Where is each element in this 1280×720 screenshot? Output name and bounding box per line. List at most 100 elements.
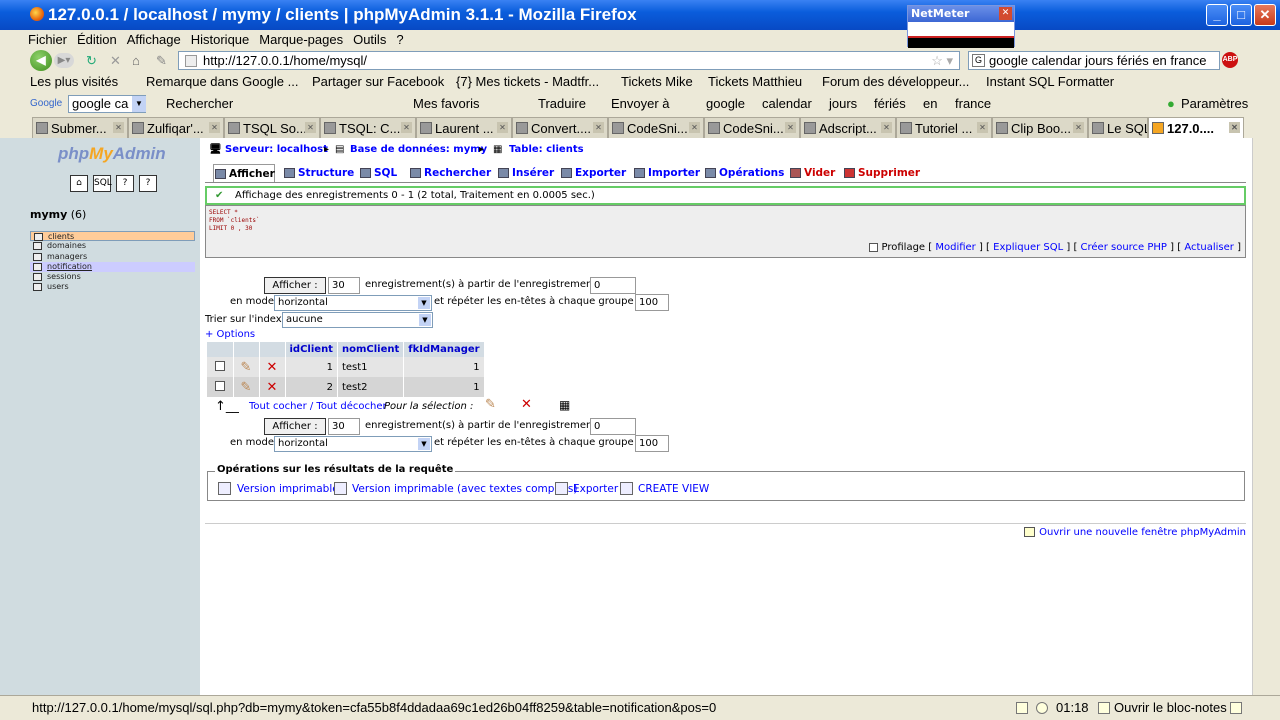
options-toggle[interactable]: + Options (205, 328, 255, 342)
browser-tab[interactable]: CodeSni... ✕ (704, 117, 800, 138)
google-term[interactable]: fériés (874, 93, 906, 115)
column-header[interactable]: fkIdManager (403, 342, 485, 357)
menu-edition[interactable]: Édition (77, 30, 117, 50)
table-icon[interactable] (33, 262, 42, 271)
menu-fichier[interactable]: Fichier (28, 30, 67, 50)
new-window-link[interactable]: Ouvrir une nouvelle fenêtre phpMyAdmin (1039, 527, 1246, 538)
status-addon-icon[interactable] (1036, 702, 1048, 714)
column-header[interactable]: idClient (285, 342, 338, 357)
pin-icon[interactable]: ✎ (156, 52, 167, 70)
browser-tab[interactable]: Laurent ... ✕ (416, 117, 512, 138)
bulk-delete-icon[interactable]: ✕ (521, 398, 532, 413)
phpmyadmin-logo[interactable]: phpMyAdmin (58, 144, 166, 164)
close-tab-icon[interactable]: ✕ (305, 122, 316, 133)
rows-input-bottom[interactable]: 30 (328, 418, 360, 435)
show-button[interactable]: Afficher : (264, 277, 326, 294)
tab-exporter[interactable]: Exporter (560, 164, 626, 182)
bookmark-item[interactable]: Instant SQL Formatter (986, 72, 1114, 92)
close-tab-icon[interactable]: ✕ (881, 122, 892, 133)
mode-select[interactable]: horizontal ▼ (274, 295, 432, 311)
browser-tab[interactable]: Tutoriel ... ✕ (896, 117, 992, 138)
export-link[interactable]: Exporter (573, 483, 618, 495)
close-tab-icon[interactable]: ✕ (209, 122, 220, 133)
google-send-to[interactable]: Envoyer à (611, 93, 670, 115)
google-term[interactable]: google (706, 93, 745, 115)
search-input[interactable]: G google calendar jours fériés en france (968, 51, 1220, 70)
bookmark-item[interactable]: Partager sur Facebook (312, 72, 444, 92)
tab-rechercher[interactable]: Rechercher (409, 164, 491, 182)
google-translate[interactable]: Traduire (538, 93, 586, 115)
status-addon-icon[interactable] (1230, 702, 1242, 714)
tab-afficher[interactable]: Afficher (213, 164, 275, 182)
status-addon-icon[interactable] (1016, 702, 1028, 714)
close-tab-icon[interactable]: ✕ (593, 122, 604, 133)
print-view-full-link[interactable]: Version imprimable (avec textes complets… (352, 483, 578, 495)
start-input[interactable]: 0 (590, 277, 636, 294)
stop-icon[interactable]: ✕ (110, 52, 121, 70)
table-icon[interactable] (34, 233, 43, 241)
breadcrumb-server[interactable]: Serveur: localhost (225, 144, 328, 156)
bookmark-item[interactable]: Tickets Mike (621, 72, 693, 92)
tab-inserer[interactable]: Insérer (497, 164, 554, 182)
google-term[interactable]: jours (829, 93, 857, 115)
docs-icon[interactable]: ? (116, 175, 134, 192)
url-bar[interactable]: http://127.0.0.1/home/mysql/ ☆ ▾ (178, 51, 960, 70)
google-term[interactable]: france (955, 93, 991, 115)
delete-icon[interactable]: ✕ (267, 380, 278, 395)
browser-tab[interactable]: Zulfiqar'... ✕ (128, 117, 224, 138)
google-term[interactable]: calendar (762, 93, 812, 115)
close-tab-icon[interactable]: ✕ (1073, 122, 1084, 133)
breadcrumb-database[interactable]: Base de données: mymy (350, 144, 487, 156)
tab-structure[interactable]: Structure (283, 164, 354, 182)
show-button-bottom[interactable]: Afficher : (264, 418, 326, 435)
notepad-link[interactable]: Ouvrir le bloc-notes (1114, 696, 1227, 720)
browser-tab[interactable]: Submer... ✕ (32, 117, 128, 138)
browser-tab[interactable]: Adscript... ✕ (800, 117, 896, 138)
repeat-input[interactable]: 100 (635, 294, 669, 311)
bookmark-item[interactable]: {7} Mes tickets - Madtfr... (456, 72, 599, 92)
create-php-link[interactable]: Créer source PHP (1081, 242, 1167, 253)
sql-query-icon[interactable]: SQL (93, 175, 112, 192)
menu-marque-pages[interactable]: Marque-pages (259, 30, 343, 50)
menu-outils[interactable]: Outils (353, 30, 386, 50)
column-header[interactable]: nomClient (337, 342, 405, 357)
browser-tab-active[interactable]: 127.0.... ✕ (1148, 117, 1244, 138)
browser-tab[interactable]: TSQL So... ✕ (224, 117, 320, 138)
explain-sql-link[interactable]: Expliquer SQL (993, 242, 1063, 253)
bookmark-item[interactable]: Forum des développeur... (822, 72, 969, 92)
modifier-link[interactable]: Modifier (935, 242, 975, 253)
forward-button[interactable]: ▶▾ (54, 53, 74, 68)
refresh-link[interactable]: Actualiser (1184, 242, 1234, 253)
close-tab-icon[interactable]: ✕ (401, 122, 412, 133)
google-search-button[interactable]: Rechercher (166, 93, 233, 115)
google-favorites[interactable]: Mes favoris (413, 93, 479, 115)
check-all-link[interactable]: Tout cocher / Tout décocher (249, 400, 387, 414)
tab-importer[interactable]: Importer (633, 164, 700, 182)
close-tab-icon[interactable]: ✕ (977, 122, 988, 133)
minimize-button[interactable]: _ (1206, 4, 1228, 26)
table-icon[interactable] (33, 242, 42, 251)
create-view-link[interactable]: CREATE VIEW (638, 483, 709, 495)
close-tab-icon[interactable]: ✕ (497, 122, 508, 133)
table-item-domaines[interactable]: domaines (30, 241, 195, 251)
close-tab-icon[interactable]: ✕ (1229, 122, 1240, 133)
tab-vider[interactable]: Vider (789, 164, 835, 182)
table-item-sessions[interactable]: sessions (30, 272, 195, 282)
back-button[interactable]: ◀ (30, 50, 52, 71)
print-view-link[interactable]: Version imprimable (237, 483, 339, 495)
table-item-notification[interactable]: notification (30, 261, 195, 273)
mode-select-bottom[interactable]: horizontal ▼ (274, 436, 432, 452)
close-icon[interactable]: ✕ (999, 7, 1012, 20)
browser-tab[interactable]: Clip Boo... ✕ (992, 117, 1088, 138)
close-window-button[interactable]: ✕ (1254, 4, 1276, 26)
row-checkbox[interactable] (214, 360, 225, 371)
home-icon[interactable]: ⌂ (70, 175, 88, 192)
table-item-users[interactable]: users (30, 282, 195, 292)
notepad-icon[interactable] (1098, 702, 1110, 714)
browser-tab[interactable]: Convert.... ✕ (512, 117, 608, 138)
menu-historique[interactable]: Historique (191, 30, 250, 50)
browser-tab[interactable]: TSQL: C... ✕ (320, 117, 416, 138)
row-checkbox[interactable] (214, 380, 225, 391)
table-icon[interactable] (33, 283, 42, 292)
table-item-clients[interactable]: clients (30, 231, 195, 242)
